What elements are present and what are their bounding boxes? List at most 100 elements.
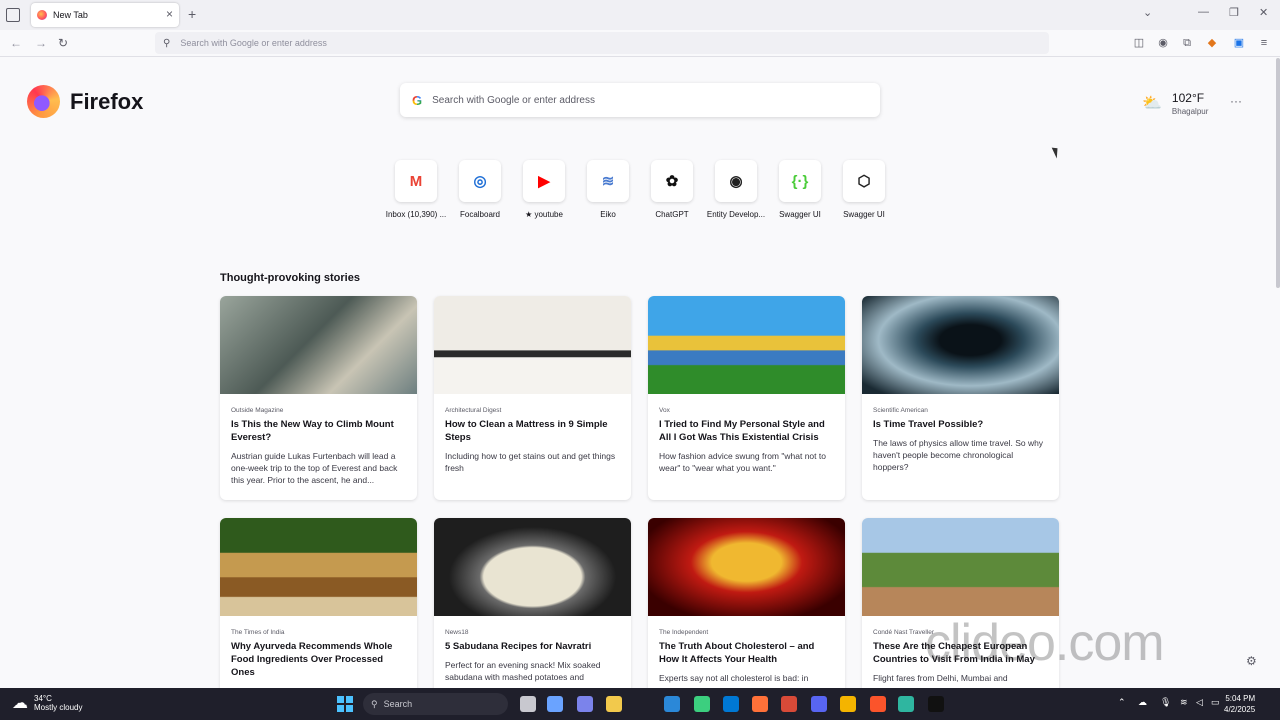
shortcut-icon: M <box>395 160 437 202</box>
shortcut-tile[interactable]: ≋ Eiko <box>576 160 640 219</box>
date: 4/2/2025 <box>1224 705 1256 714</box>
tab-list-button[interactable] <box>6 8 20 22</box>
firefox-logo: Firefox <box>27 85 143 118</box>
story-card[interactable]: The Independent The Truth About Cholester… <box>648 518 845 688</box>
taskbar-app-icon[interactable] <box>840 696 856 712</box>
shortcut-tile[interactable]: ◉ Entity Develop... <box>704 160 768 219</box>
tab-new-tab[interactable]: New Tab × <box>31 3 179 27</box>
shortcut-label: Eiko <box>600 210 616 219</box>
shortcut-label: ChatGPT <box>655 210 689 219</box>
story-card[interactable]: Outside Magazine Is This the New Way to C… <box>220 296 417 500</box>
shortcut-tile[interactable]: ✿ ChatGPT <box>640 160 704 219</box>
taskbar-app-icon[interactable] <box>811 696 827 712</box>
wifi-icon[interactable]: ≋ <box>1180 697 1188 708</box>
weather-temperature: 102°F <box>1171 91 1205 105</box>
story-publisher: Outside Magazine <box>231 407 284 414</box>
metamask-icon[interactable]: ◆ <box>1205 36 1219 50</box>
shortcut-icon: ◎ <box>459 160 501 202</box>
story-card[interactable]: News18 5 Sabudana Recipes for Navratri Per… <box>434 518 631 688</box>
section-title: Thought-provoking stories <box>220 272 360 284</box>
story-excerpt: Flight fares from Delhi, Mumbai and <box>873 673 1008 683</box>
story-card[interactable]: Scientific American Is Time Travel Possib… <box>862 296 1059 500</box>
microphone-icon[interactable]: 🎙 <box>1160 697 1171 708</box>
shortcut-label: Focalboard <box>459 210 501 219</box>
address-bar[interactable]: ⚲ Search with Google or enter address <box>155 32 1049 54</box>
story-image <box>648 296 845 394</box>
gear-icon[interactable]: ⚙ <box>1246 654 1257 668</box>
taskbar-app-icon[interactable] <box>752 696 768 712</box>
taskbar-app-icon[interactable] <box>606 696 622 712</box>
story-card[interactable]: The Times of India Why Ayurveda Recommend… <box>220 518 417 688</box>
forward-button[interactable]: → <box>35 36 47 50</box>
story-title: Why Ayurveda Recommends Whole Food Ingre… <box>231 641 393 678</box>
search-input[interactable]: G Search with Google or enter address <box>400 83 880 117</box>
extensions-icon[interactable]: ⧉ <box>1180 36 1194 50</box>
taskbar-clock[interactable]: 5:04 PM 4/2/2025 <box>1224 693 1255 715</box>
taskbar-app-icon[interactable] <box>928 696 944 712</box>
taskbar-search-label: Search <box>383 699 413 709</box>
shortcut-tile[interactable]: ◎ Focalboard <box>448 160 512 219</box>
reload-button[interactable]: ↻ <box>58 36 68 50</box>
shortcut-tile[interactable]: ▶ ★ youtube <box>512 160 576 219</box>
account-icon[interactable]: ◉ <box>1156 36 1170 50</box>
shortcut-tile[interactable]: ⬡ Swagger UI <box>832 160 896 219</box>
cloud-icon: ☁ <box>12 695 28 712</box>
volume-icon[interactable]: ◁ <box>1196 697 1203 708</box>
taskbar-app-icon[interactable] <box>898 696 914 712</box>
chevron-up-icon[interactable]: ⌃ <box>1118 697 1126 708</box>
firefox-favicon-icon <box>37 10 47 20</box>
watermark: clideo.com <box>925 614 1165 672</box>
story-image <box>434 296 631 394</box>
taskbar-search[interactable]: ⚲ Search <box>363 693 508 715</box>
partly-cloudy-icon: ⛅ <box>1142 95 1162 112</box>
story-image <box>862 518 1059 616</box>
scrollbar[interactable] <box>1276 58 1280 288</box>
windows-start-icon[interactable] <box>337 696 353 712</box>
taskbar-weather[interactable]: ☁ 34°C Mostly cloudy <box>12 693 82 713</box>
google-icon: G <box>412 92 423 108</box>
story-card[interactable]: Architectural Digest How to Clean a Mattr… <box>434 296 631 500</box>
tab-close-button[interactable]: × <box>166 7 173 21</box>
pocket-icon[interactable]: ◫ <box>1132 36 1146 50</box>
new-tab-button[interactable]: + <box>188 6 196 22</box>
shortcut-tile[interactable]: {·} Swagger UI <box>768 160 832 219</box>
back-button[interactable]: ← <box>10 36 22 50</box>
windows-taskbar: ☁ 34°C Mostly cloudy ⚲ Search ⌃ ☁ 🎙 ≋ ◁ … <box>0 688 1280 720</box>
story-card[interactable]: Vox I Tried to Find My Personal Style and… <box>648 296 845 500</box>
taskbar-app-icon[interactable] <box>781 696 797 712</box>
weather-widget[interactable]: ⛅ 102°F Bhagalpur <box>1142 91 1208 116</box>
story-image <box>648 518 845 616</box>
shortcut-tile[interactable]: M Inbox (10,390) ... <box>384 160 448 219</box>
shortcut-label: ★ youtube <box>525 210 563 219</box>
taskbar-app-icon[interactable] <box>870 696 886 712</box>
list-all-tabs-button[interactable]: ⌄ <box>1143 6 1152 19</box>
battery-icon[interactable]: ▭ <box>1211 697 1220 708</box>
window-close-button[interactable]: ✕ <box>1259 6 1268 19</box>
shortcut-icon: {·} <box>779 160 821 202</box>
taskbar-app-icon[interactable] <box>694 696 710 712</box>
taskbar-app-icon[interactable] <box>723 696 739 712</box>
story-title: Is This the New Way to Climb Mount Evere… <box>231 419 394 443</box>
search-icon: ⚲ <box>163 37 171 49</box>
restore-button[interactable]: ❐ <box>1229 6 1239 19</box>
shortcut-icon: ✿ <box>651 160 693 202</box>
story-excerpt: The laws of physics allow time travel. S… <box>873 438 1044 472</box>
taskbar-app-icon[interactable] <box>520 696 536 712</box>
story-title: I Tried to Find My Personal Style and Al… <box>659 419 825 443</box>
shortcut-icon: ▶ <box>523 160 565 202</box>
story-excerpt: How fashion advice swung from "what not … <box>659 451 826 473</box>
onedrive-icon[interactable]: ☁ <box>1138 697 1147 708</box>
taskbar-app-icon[interactable] <box>577 696 593 712</box>
weather-menu-button[interactable]: ··· <box>1230 94 1242 108</box>
story-image <box>434 518 631 616</box>
taskbar-app-icon[interactable] <box>547 696 563 712</box>
app-menu-icon[interactable]: ≡ <box>1257 36 1271 50</box>
time: 5:04 PM <box>1225 694 1256 703</box>
shortcut-label: Swagger UI <box>779 210 821 219</box>
story-publisher: News18 <box>445 629 469 636</box>
taskbar-app-icon[interactable] <box>664 696 680 712</box>
shortcut-icon: ≋ <box>587 160 629 202</box>
shortcut-icon: ⬡ <box>843 160 885 202</box>
minimize-button[interactable]: — <box>1198 6 1209 18</box>
translate-icon[interactable]: ▣ <box>1232 36 1246 50</box>
